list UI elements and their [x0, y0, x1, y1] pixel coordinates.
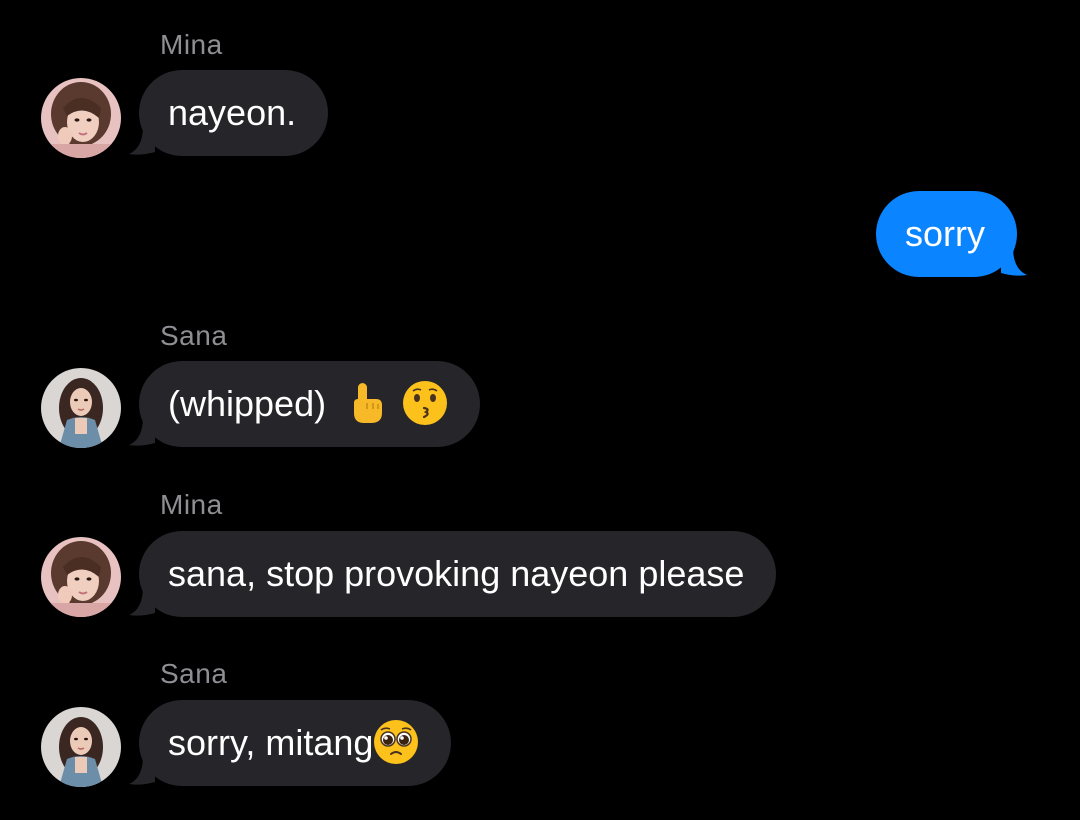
pointing-up-emoji	[346, 381, 386, 425]
bubble-tail	[129, 126, 155, 155]
sender-name: Mina	[160, 489, 223, 520]
message-text: sorry	[905, 213, 985, 254]
message-text: sana, stop provoking nayeon please	[168, 553, 745, 594]
message-bubble-outgoing[interactable]: sorry	[876, 191, 1027, 277]
message-bubble-incoming[interactable]: sorry, mitang	[129, 700, 452, 786]
message-bubble-incoming[interactable]: sana, stop provoking nayeon please	[129, 531, 777, 617]
bubble-tail	[129, 756, 155, 785]
message-text: nayeon.	[168, 92, 297, 133]
kissing-face-emoji	[402, 380, 448, 426]
avatar-mina[interactable]	[41, 78, 121, 158]
bubble-tail	[129, 417, 155, 446]
message-bubble-incoming[interactable]: nayeon.	[129, 70, 329, 156]
pleading-face-emoji	[373, 719, 419, 765]
bubble-tail	[129, 587, 155, 616]
message-text: sorry, mitang	[168, 722, 374, 763]
avatar-sana[interactable]	[41, 368, 121, 448]
message-bubble-incoming[interactable]: (whipped)	[129, 361, 481, 447]
sender-name: Sana	[160, 658, 228, 689]
message-text: (whipped)	[168, 383, 327, 424]
sender-name: Mina	[160, 29, 223, 60]
avatar-sana[interactable]	[41, 707, 121, 787]
bubble-tail	[1001, 247, 1027, 276]
avatar-mina[interactable]	[41, 537, 121, 617]
sender-name: Sana	[160, 320, 228, 351]
